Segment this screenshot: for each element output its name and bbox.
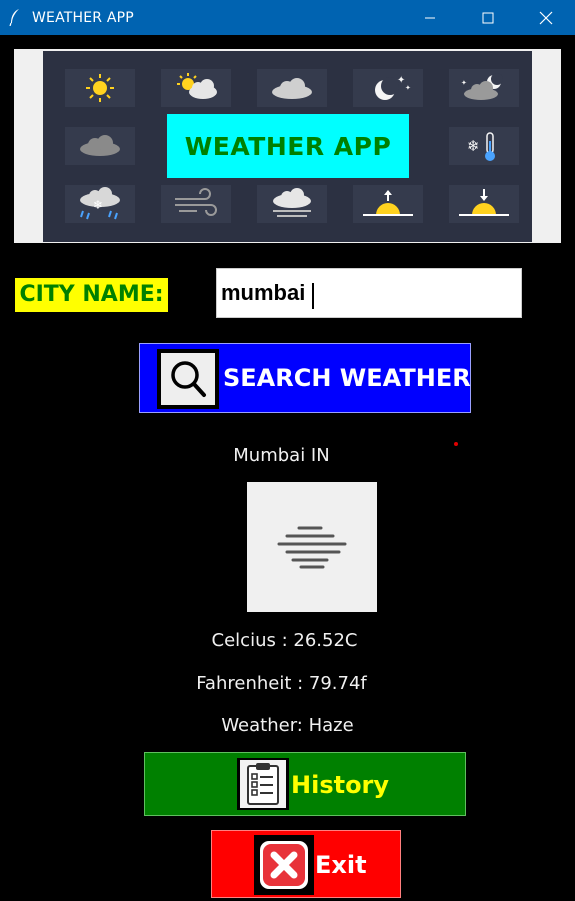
partly-sunny-icon (161, 69, 231, 107)
close-icon (539, 11, 553, 25)
exit-button[interactable]: Exit (211, 830, 401, 898)
svg-text:❄: ❄ (467, 137, 480, 155)
maximize-button[interactable] (459, 0, 517, 35)
sun-icon (65, 69, 135, 107)
snow-rain-icon: ❄ (65, 185, 135, 223)
history-button[interactable]: History (144, 752, 466, 816)
sunset-icon (449, 185, 519, 223)
banner-title-box: WEATHER APP (167, 114, 409, 178)
night-cloud-icon: ✦ (449, 69, 519, 107)
cloud-icon (65, 127, 135, 165)
city-name-label: CITY NAME: (15, 278, 168, 312)
close-button[interactable] (517, 0, 575, 35)
magnifier-icon (157, 349, 219, 409)
weather-label: Weather: Haze (221, 715, 354, 736)
exit-button-label: Exit (315, 851, 367, 879)
moon-stars-icon: ✦ ✦ (353, 69, 423, 107)
snow-thermometer-icon: ❄ (449, 127, 519, 165)
minimize-button[interactable] (401, 0, 459, 35)
wind-icon (161, 185, 231, 223)
fahrenheit-label: Fahrenheit : 79.74f (196, 673, 367, 694)
celsius-label: Celcius : 26.52C (211, 630, 358, 651)
sunrise-icon (353, 185, 423, 223)
banner-title: WEATHER APP (184, 132, 392, 161)
search-weather-button[interactable]: SEARCH WEATHER (139, 343, 471, 413)
svg-text:❄: ❄ (93, 198, 103, 212)
svg-text:✦: ✦ (461, 79, 467, 87)
minimize-icon (425, 17, 435, 19)
title-bar: WEATHER APP (0, 0, 575, 35)
haze-icon (247, 482, 377, 612)
fog-icon (257, 185, 327, 223)
window-title: WEATHER APP (32, 10, 134, 26)
maximize-icon (482, 12, 494, 24)
location-label: Mumbai IN (233, 445, 330, 466)
feather-icon (9, 9, 19, 26)
clipboard-icon (237, 758, 289, 810)
cloud-icon (257, 69, 327, 107)
city-input[interactable] (216, 268, 522, 318)
history-button-label: History (291, 771, 390, 799)
text-caret (312, 283, 314, 309)
search-button-label: SEARCH WEATHER (223, 364, 471, 392)
svg-text:✦: ✦ (405, 84, 411, 92)
close-x-icon (254, 835, 314, 895)
